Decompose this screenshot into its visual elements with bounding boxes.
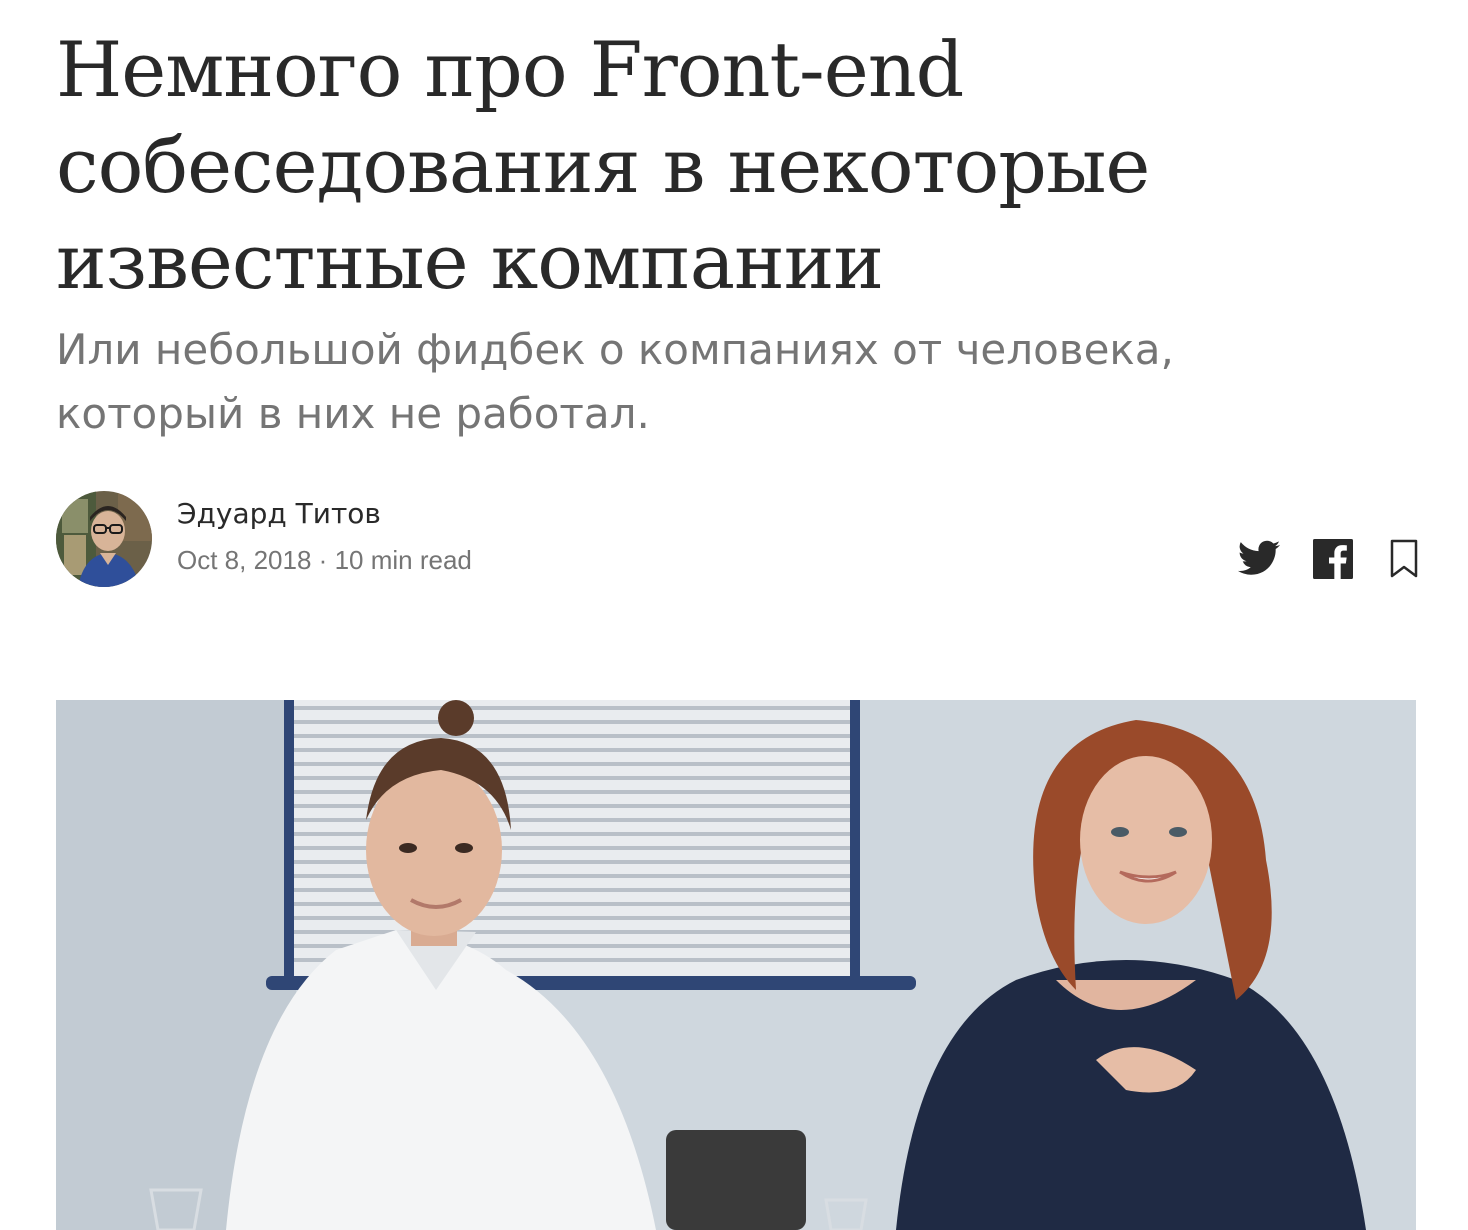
author-avatar[interactable] — [56, 491, 152, 587]
avatar-photo — [56, 491, 152, 587]
author-name[interactable]: Эдуард Титов — [177, 494, 381, 534]
facebook-icon — [1313, 539, 1353, 579]
bookmark-button[interactable] — [1389, 538, 1419, 580]
hero-image — [56, 700, 1416, 1230]
bookmark-icon — [1390, 539, 1418, 578]
article-subtitle: Или небольшой фидбек о компаниях от чело… — [56, 318, 1416, 446]
article-title-line: Немного про Front-end — [56, 25, 964, 114]
article-subtitle-line: Или небольшой фидбек о компаниях от чело… — [56, 325, 1174, 374]
article-title: Немного про Front-end собеседования в не… — [56, 22, 1416, 310]
twitter-icon — [1237, 540, 1281, 575]
article-title-line: известные компании — [56, 217, 884, 306]
twitter-share-button[interactable] — [1236, 536, 1282, 582]
meta-separator: · — [318, 545, 328, 575]
article-meta: Oct 8, 2018 · 10 min read — [177, 542, 472, 578]
hero-photo — [56, 700, 1416, 1230]
read-time: 10 min read — [334, 545, 472, 575]
article-title-line: собеседования в некоторые — [56, 121, 1150, 210]
publish-date[interactable]: Oct 8, 2018 — [177, 545, 311, 575]
article-subtitle-line: который в них не работал. — [56, 389, 650, 438]
facebook-share-button[interactable] — [1313, 539, 1353, 579]
